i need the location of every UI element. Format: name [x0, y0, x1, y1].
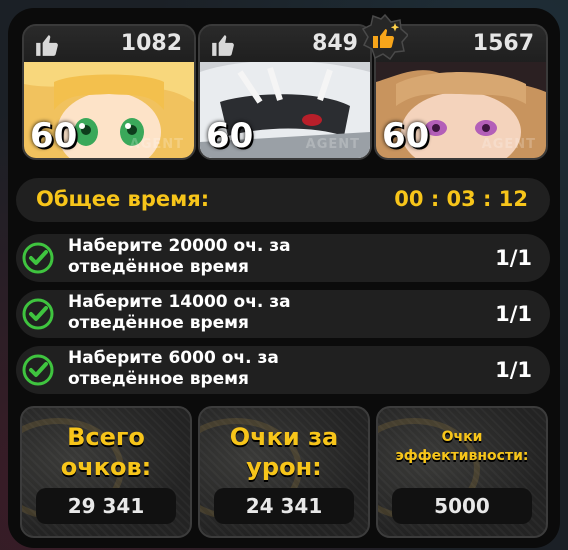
- task-progress: 1/1: [495, 302, 532, 326]
- task-description: Наберите 14000 оч. за отведённое время: [68, 292, 291, 333]
- like-count: 849: [312, 31, 358, 56]
- agent-card-2[interactable]: 849 60 AGENT: [198, 24, 372, 160]
- total-time-value: 00 : 03 : 12: [394, 187, 528, 211]
- score-title: Очки за урон:: [229, 423, 339, 481]
- agent-level: 60: [382, 116, 430, 156]
- thumbs-up-icon: [212, 35, 234, 56]
- score-value: 29 341: [67, 494, 145, 518]
- score-value-field: 24 341: [214, 488, 354, 524]
- task-item: Наберите 20000 оч. за отведённое время 1…: [16, 234, 550, 282]
- task-progress: 1/1: [495, 358, 532, 382]
- task-item: Наберите 6000 оч. за отведённое время 1/…: [16, 346, 550, 394]
- check-circle-icon: [22, 242, 54, 274]
- score-value: 24 341: [245, 494, 323, 518]
- agent-level: 60: [30, 116, 78, 156]
- thumbs-up-icon: [36, 35, 58, 56]
- task-description: Наберите 6000 оч. за отведённое время: [68, 348, 279, 389]
- agent-tag: AGENT: [305, 137, 360, 152]
- score-value-field: 5000: [392, 488, 532, 524]
- damage-score-box: Очки за урон: 24 341: [198, 406, 370, 538]
- task-progress: 1/1: [495, 246, 532, 270]
- task-description: Наберите 20000 оч. за отведённое время: [68, 236, 291, 277]
- score-value-field: 29 341: [36, 488, 176, 524]
- total-score-box: Всего очков: 29 341: [20, 406, 192, 538]
- like-count: 1567: [472, 31, 534, 56]
- check-circle-icon: [22, 354, 54, 386]
- agent-level: 60: [206, 116, 254, 156]
- total-time-bar: Общее время: 00 : 03 : 12: [16, 178, 550, 222]
- task-item: Наберите 14000 оч. за отведённое время 1…: [16, 290, 550, 338]
- mvp-thumbs-up-badge-icon: [362, 14, 408, 60]
- score-title: Всего очков:: [60, 423, 152, 481]
- total-time-label: Общее время:: [36, 187, 210, 211]
- agent-tag: AGENT: [129, 137, 184, 152]
- check-circle-icon: [22, 298, 54, 330]
- score-title: Очки эффективности:: [395, 429, 529, 464]
- score-value: 5000: [434, 494, 490, 518]
- efficiency-score-box: Очки эффективности: 5000: [376, 406, 548, 538]
- agent-card-1[interactable]: 1082 60 AGENT: [22, 24, 196, 160]
- agent-tag: AGENT: [481, 137, 536, 152]
- like-count: 1082: [120, 31, 182, 56]
